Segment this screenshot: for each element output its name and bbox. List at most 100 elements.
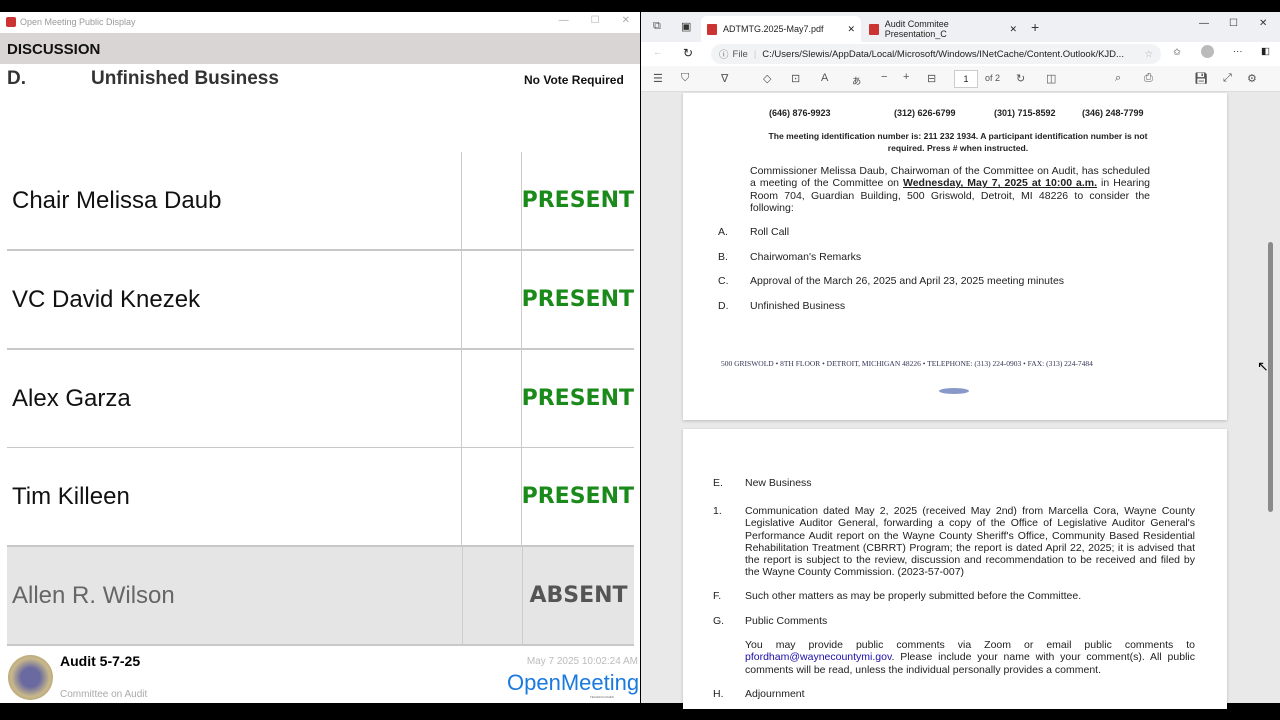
refresh-button[interactable]: ↻	[683, 46, 693, 60]
committee-name: Committee on Audit	[60, 689, 148, 700]
settings-icon[interactable]: ⚙	[1247, 72, 1257, 85]
url-text: C:/Users/Slewis/AppData/Local/Microsoft/…	[762, 48, 1124, 60]
scrollbar-thumb[interactable]	[1268, 242, 1273, 512]
fullscreen-icon[interactable]: ⤢	[1223, 72, 1232, 85]
page-view-icon[interactable]: ◫	[1046, 72, 1056, 85]
minimize-button[interactable]: —	[559, 15, 569, 26]
url-field[interactable]: ⓘ File | C:/Users/Slewis/AppData/Local/Micr…	[711, 44, 1161, 64]
info-icon: ⓘ	[719, 50, 729, 61]
window-title: Open Meeting Public Display	[20, 17, 136, 27]
agenda-item: Unfinished Business	[750, 300, 846, 312]
tab-bar: ⧉ ▣ ADTMTG.2025-May7.pdf ✕ Audit Commitee…	[641, 12, 1280, 42]
favorites-icon[interactable]: ✩	[1173, 47, 1181, 58]
maximize-button[interactable]: ☐	[591, 15, 600, 26]
more-menu-icon[interactable]: ···	[1233, 46, 1243, 57]
agenda-number: 1.	[713, 505, 722, 517]
agenda-item: Adjournment	[745, 688, 805, 700]
member-name: Chair Melissa Daub	[7, 152, 462, 249]
maximize-button[interactable]: ☐	[1229, 18, 1238, 29]
file-label: File	[732, 48, 748, 60]
mouse-cursor-icon: ↖	[1257, 358, 1269, 374]
pdf-icon	[869, 23, 879, 35]
workspaces-icon[interactable]: ⧉	[653, 20, 661, 33]
profile-avatar[interactable]	[1201, 45, 1214, 58]
text-icon[interactable]: ⊡	[791, 72, 800, 85]
footer: Audit 5-7-25 Committee on Audit May 7 20…	[0, 648, 640, 703]
highlight-icon[interactable]: ⛉	[681, 72, 689, 85]
agenda-letter: G.	[713, 615, 725, 627]
member-status: PRESENT	[521, 188, 634, 213]
tab-presentation[interactable]: Audit Commitee Presentation_C ✕	[863, 16, 1023, 42]
agenda-item-text: Communication dated May 2, 2025 (receive…	[745, 505, 1195, 579]
agenda-letter: A.	[718, 226, 728, 238]
save-icon[interactable]: 💾︎	[1194, 72, 1208, 85]
erase-icon[interactable]: ◇	[763, 72, 771, 85]
pdf-toolbar: ☰ ⛉ ∇ ◇ ⊡ A ぁ − + ⊟ 1 of 2 ↻ ◫ ⌕ ⎙ 💾︎ ⤢ …	[641, 66, 1280, 92]
item-title: Unfinished Business	[91, 68, 279, 89]
minimize-button[interactable]: —	[1199, 18, 1209, 29]
tab-label: Audit Commitee Presentation_C	[884, 19, 949, 39]
phone: (301) 715-8592	[994, 108, 1056, 118]
read-aloud-icon[interactable]: A	[821, 72, 828, 84]
zoom-out-icon[interactable]: −	[881, 71, 887, 83]
tab-label: ADTMTG.2025-May7.pdf	[723, 24, 824, 34]
close-button[interactable]: ✕	[622, 15, 630, 26]
close-button[interactable]: ✕	[1259, 18, 1267, 29]
member-name: VC David Knezek	[7, 251, 462, 348]
page-number-input[interactable]: 1	[954, 70, 978, 88]
sidebar-icon[interactable]: ◧	[1261, 46, 1270, 57]
table-row: Allen R. Wilson ABSENT	[7, 547, 634, 644]
openmeeting-logo: OpenMeeting	[507, 670, 640, 695]
phone: (646) 876-9923	[769, 108, 831, 118]
member-name: Alex Garza	[7, 350, 462, 447]
agenda-letter: D.	[718, 300, 729, 312]
agenda-item: Roll Call	[750, 226, 790, 238]
fit-page-icon[interactable]: ⊟	[927, 72, 936, 85]
tab-actions-icon[interactable]: ▣	[681, 20, 691, 33]
title-bar: Open Meeting Public Display	[0, 12, 640, 32]
logo-subtitle: TECHNOLOGIES	[590, 695, 614, 699]
contents-icon[interactable]: ☰	[653, 72, 663, 85]
translate-icon[interactable]: ぁ	[851, 72, 862, 88]
search-icon[interactable]: ⌕	[1115, 72, 1121, 85]
agenda-item: Chairwoman's Remarks	[750, 251, 862, 263]
public-display-window: Open Meeting Public Display — ☐ ✕ DISCUSSI…	[0, 12, 640, 703]
back-button[interactable]: ←	[653, 47, 663, 58]
agenda-letter: E.	[713, 477, 723, 489]
close-tab-icon[interactable]: ✕	[1009, 24, 1017, 35]
email-link[interactable]: pfordham@waynecountymi.gov	[745, 651, 891, 663]
browser-window: ⧉ ▣ ADTMTG.2025-May7.pdf ✕ Audit Commitee…	[641, 12, 1280, 709]
pdf-page-1: (646) 876-9923 (312) 626-6799 (301) 715-…	[683, 93, 1227, 420]
phone: (346) 248-7799	[1082, 108, 1144, 118]
roll-call-table: Chair Melissa Daub PRESENT VC David Kneze…	[7, 152, 634, 646]
public-comments-text: You may provide public comments via Zoom…	[745, 639, 1195, 676]
phone: (312) 626-6799	[894, 108, 956, 118]
section-header: DISCUSSION	[0, 33, 640, 64]
county-seal-logo	[8, 655, 53, 700]
meeting-name: Audit 5-7-25	[60, 653, 141, 669]
address-bar: ← ↻ ⓘ File | C:/Users/Slewis/AppData/Local/…	[641, 42, 1280, 66]
vote-note: No Vote Required	[524, 73, 624, 87]
table-row: Tim Killeen PRESENT	[7, 448, 634, 545]
member-status: PRESENT	[521, 484, 634, 509]
agenda-letter: C.	[718, 275, 729, 287]
table-row: VC David Knezek PRESENT	[7, 251, 634, 348]
zoom-in-icon[interactable]: +	[903, 71, 909, 83]
agenda-item: Such other matters as may be properly su…	[745, 590, 1082, 602]
page-total: of 2	[985, 73, 1001, 83]
print-icon[interactable]: ⎙	[1144, 72, 1153, 85]
favorite-icon[interactable]: ☆	[1144, 49, 1153, 60]
agenda-item: Approval of the March 26, 2025 and April…	[750, 275, 1065, 287]
pdf-page-2: E. New Business 1. Communication dated May…	[683, 429, 1227, 709]
tab-pdf[interactable]: ADTMTG.2025-May7.pdf ✕	[701, 16, 861, 42]
draw-icon[interactable]: ∇	[721, 72, 728, 85]
close-tab-icon[interactable]: ✕	[847, 24, 855, 35]
member-status: ABSENT	[529, 583, 628, 608]
table-row: Alex Garza PRESENT	[7, 350, 634, 447]
rotate-icon[interactable]: ↻	[1016, 72, 1025, 85]
member-status: PRESENT	[521, 386, 634, 411]
item-letter: D.	[7, 68, 26, 89]
new-tab-button[interactable]: +	[1031, 19, 1039, 35]
member-status: PRESENT	[521, 287, 634, 312]
agenda-letter: B.	[718, 251, 728, 263]
